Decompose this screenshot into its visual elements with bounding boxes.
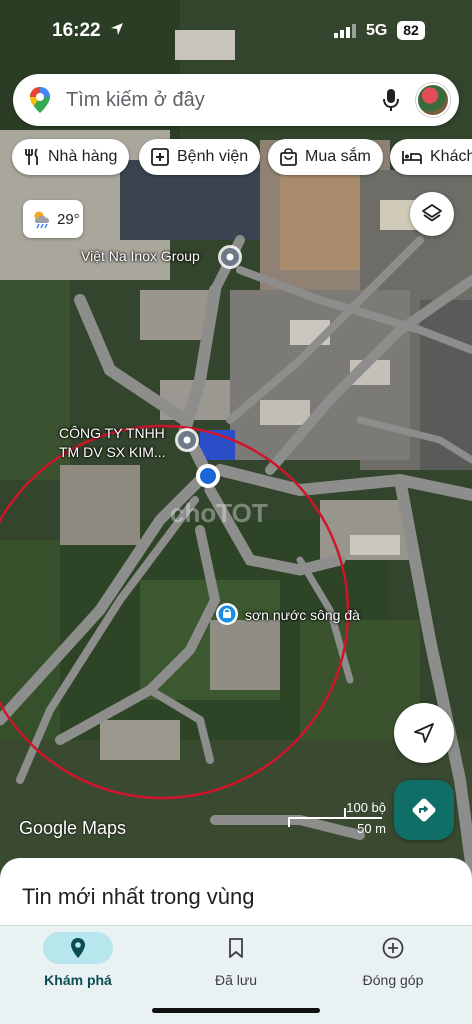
location-arrow-icon xyxy=(111,23,123,35)
chip-label: Mua sắm xyxy=(305,148,371,165)
watermark: choTOT xyxy=(170,498,268,528)
home-indicator xyxy=(152,1008,320,1013)
weather-chip[interactable]: 29° xyxy=(23,200,83,238)
status-time: 16:22 xyxy=(52,20,101,41)
nav-icon-container xyxy=(43,932,113,964)
place-label-son-nuoc[interactable]: sơn nước sông đà xyxy=(245,607,360,624)
layers-icon xyxy=(422,204,442,222)
directions-button[interactable] xyxy=(394,780,454,840)
explore-pin-icon xyxy=(71,938,85,958)
chip-label: Khách xyxy=(430,148,472,165)
add-circle-icon xyxy=(382,937,404,959)
search-placeholder[interactable]: Tìm kiếm ở đây xyxy=(66,89,205,112)
chip-shopping[interactable]: Mua sắm xyxy=(268,139,383,175)
avatar[interactable] xyxy=(416,83,450,117)
place-pin-cong-ty xyxy=(175,428,199,452)
bed-icon xyxy=(402,151,422,164)
chip-label: Nhà hàng xyxy=(48,148,118,165)
bookmark-icon xyxy=(229,938,243,958)
chip-hospitals[interactable]: Bệnh viện xyxy=(139,139,261,175)
microphone-icon[interactable] xyxy=(383,88,399,112)
scale-tick xyxy=(344,808,346,818)
nav-label: Đóng góp xyxy=(362,972,424,988)
battery-icon: 82 xyxy=(397,21,425,40)
network-type: 5G xyxy=(366,22,388,39)
google-maps-pin-icon xyxy=(30,87,50,113)
chip-label: Bệnh viện xyxy=(177,148,249,165)
weather-temp: 29° xyxy=(57,210,80,228)
nav-label: Đã lưu xyxy=(214,972,258,988)
shopping-bag-icon xyxy=(280,148,297,166)
nav-icon-container xyxy=(358,932,428,964)
place-label-cong-ty-line1[interactable]: CÔNG TY TNHH xyxy=(59,425,165,442)
current-location-dot xyxy=(196,464,220,488)
signal-icon xyxy=(334,24,356,38)
chip-restaurants[interactable]: Nhà hàng xyxy=(12,139,130,175)
layers-button[interactable] xyxy=(410,192,454,236)
nav-saved[interactable]: Đã lưu xyxy=(176,926,296,996)
status-bar: 16:22 5G 82 xyxy=(0,0,472,60)
scale-imperial: 100 bộ xyxy=(346,800,386,815)
nav-icon-container xyxy=(201,932,271,964)
nav-explore[interactable]: Khám phá xyxy=(18,926,138,996)
scale-metric: 50 m xyxy=(357,821,386,836)
place-label-cong-ty-line2[interactable]: TM DV SX KIM... xyxy=(59,444,166,461)
hospital-icon xyxy=(151,148,169,166)
place-label-viet-na[interactable]: Việt Na Inox Group xyxy=(81,248,200,265)
nav-label: Khám phá xyxy=(44,972,112,988)
category-chips: Nhà hàng Bệnh viện Mua sắm Khách xyxy=(0,139,472,177)
scale-bar xyxy=(288,817,382,819)
my-location-button[interactable] xyxy=(394,703,454,763)
scale-tick xyxy=(288,817,290,827)
sheet-title: Tin mới nhất trong vùng xyxy=(22,884,255,909)
place-pin-viet-na xyxy=(218,245,242,269)
directions-icon xyxy=(412,798,436,822)
map-scale: 100 bộ 50 m xyxy=(286,800,386,838)
restaurant-icon xyxy=(25,148,38,165)
google-maps-logo: Google Maps xyxy=(19,818,127,838)
navigation-arrow-icon xyxy=(414,723,434,743)
place-pin-son-nuoc xyxy=(216,603,238,625)
partly-cloudy-rain-icon xyxy=(34,211,50,229)
nav-contribute[interactable]: Đóng góp xyxy=(333,926,453,996)
search-bar[interactable]: Tìm kiếm ở đây xyxy=(13,74,459,126)
chip-hotels[interactable]: Khách xyxy=(390,139,472,175)
